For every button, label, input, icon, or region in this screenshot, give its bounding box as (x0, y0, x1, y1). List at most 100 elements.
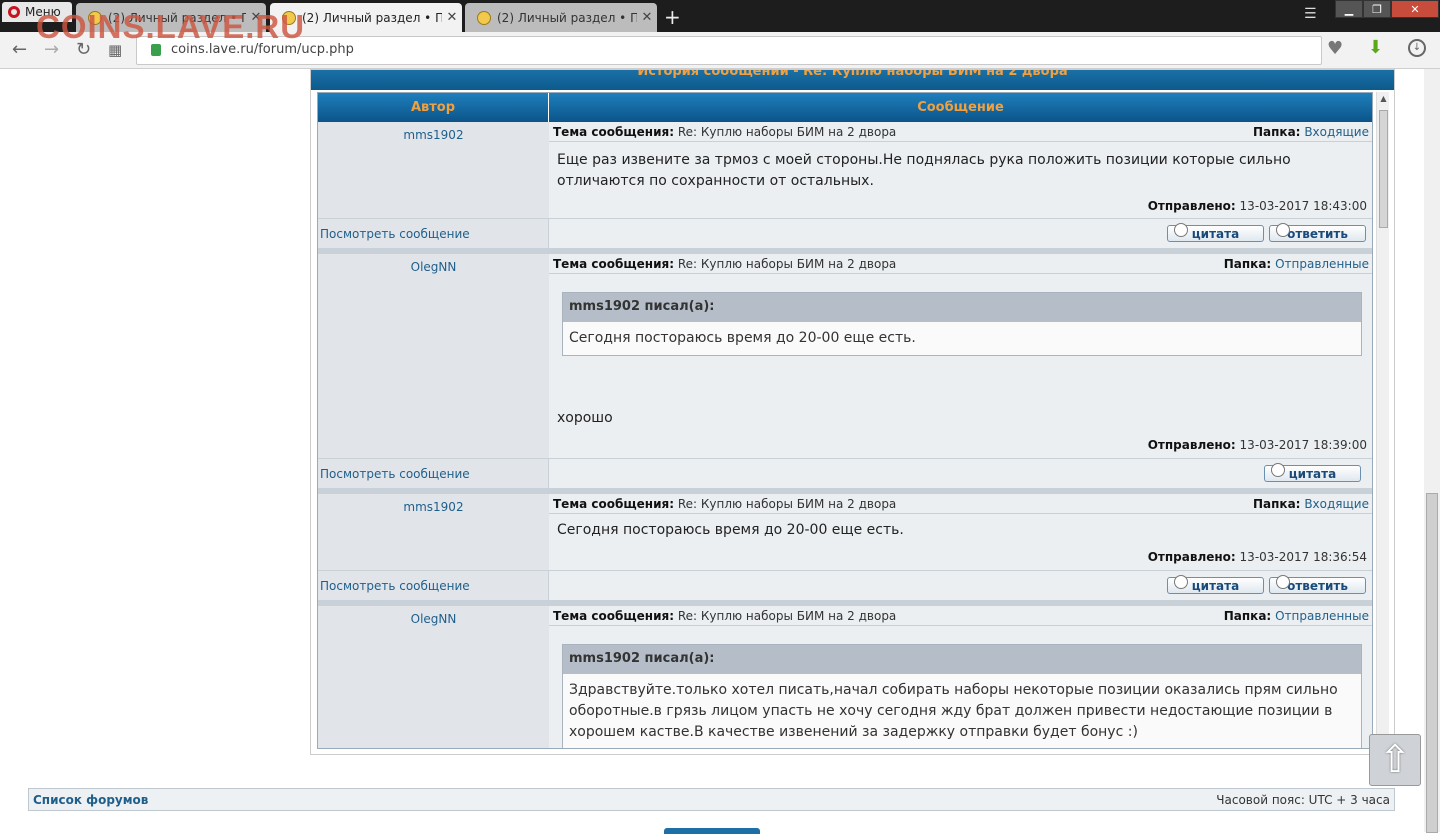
quote-body: Здравствуйте.только хотел писать,начал с… (569, 682, 1338, 740)
reply-button[interactable]: ответить (1269, 223, 1366, 242)
quote-body: Сегодня постораюсь время до 20-00 еще ес… (569, 330, 916, 346)
quote-block: mms1902 писал(а): Сегодня постораюсь вре… (562, 292, 1362, 356)
bookmark-heart-icon[interactable]: ♥ (1327, 38, 1343, 59)
url-input[interactable]: coins.lave.ru/forum/ucp.php (136, 36, 1322, 65)
subject-text: Re: Куплю наборы БИМ на 2 двора (677, 125, 897, 139)
downloads-icon[interactable]: ↓ (1408, 39, 1426, 57)
message-row: mms1902 Тема сообщения: Re: Куплю наборы… (318, 122, 1372, 218)
sent-label: Отправлено: (1147, 199, 1236, 213)
message-body: хорошо (557, 410, 613, 426)
sent-info: Отправлено: 13-03-2017 18:36:54 (1148, 550, 1367, 564)
quote-button[interactable]: цитата (1264, 463, 1361, 482)
view-message-link[interactable]: Посмотреть сообщение (318, 459, 549, 489)
subject-text: Re: Куплю наборы БИМ на 2 двора (677, 609, 897, 623)
sent-info: Отправлено: 13-03-2017 18:43:00 (1148, 199, 1367, 213)
tab-title: (2) Личный раздел • Прос (497, 10, 637, 25)
forum-list-link[interactable]: Список форумов (33, 793, 148, 807)
folder-label: Папка: (1253, 125, 1301, 139)
quote-button[interactable]: цитата (1167, 575, 1264, 594)
subject-label: Тема сообщения: (553, 609, 674, 623)
message-row: OlegNN Тема сообщения: Re: Куплю наборы … (318, 254, 1372, 458)
page-scroll-thumb[interactable] (1426, 493, 1438, 833)
history-scrollbar[interactable]: ▲ ▼ (1376, 92, 1389, 749)
reply-button[interactable]: ответить (1269, 575, 1366, 594)
back-icon[interactable]: ← (12, 39, 27, 60)
folder-label: Папка: (1223, 609, 1272, 623)
message-row: mms1902 Тема сообщения: Re: Куплю наборы… (318, 494, 1372, 570)
folder-link[interactable]: Входящие (1304, 125, 1369, 139)
opera-logo-icon (8, 6, 20, 18)
author-name[interactable]: OlegNN (318, 606, 549, 748)
watermark: COINS.LAVE.RU (36, 8, 306, 45)
sent-date: 13-03-2017 18:39:00 (1239, 438, 1367, 452)
author-name[interactable]: mms1902 (318, 494, 549, 570)
quote-label: цитата (1191, 578, 1240, 593)
quote-icon (1271, 463, 1285, 477)
subject-line: Тема сообщения: Re: Куплю наборы БИМ на … (549, 122, 1372, 142)
close-tab-icon[interactable]: ✕ (637, 10, 657, 25)
message-footer: Посмотреть сообщение цитата (318, 458, 1372, 489)
reply-label: ответить (1287, 578, 1348, 593)
author-name[interactable]: mms1902 (318, 122, 549, 218)
subject-label: Тема сообщения: (553, 125, 674, 139)
folder-link[interactable]: Входящие (1304, 497, 1369, 511)
subject-label: Тема сообщения: (553, 257, 674, 271)
quote-header: mms1902 писал(а): (563, 645, 1361, 674)
message-row: OlegNN Тема сообщения: Re: Куплю наборы … (318, 606, 1372, 748)
quote-icon (1174, 575, 1188, 589)
quote-block: mms1902 писал(а): Здравствуйте.только хо… (562, 644, 1362, 748)
forum-footer: Список форумов Часовой пояс: UTC + 3 час… (28, 788, 1395, 811)
maximize-icon[interactable]: ❐ (1363, 0, 1391, 18)
reply-icon (1276, 223, 1290, 237)
sent-date: 13-03-2017 18:36:54 (1239, 550, 1367, 564)
subject-line: Тема сообщения: Re: Куплю наборы БИМ на … (549, 606, 1372, 626)
message-body: Сегодня постораюсь время до 20-00 еще ес… (557, 522, 904, 538)
quote-icon (1174, 223, 1188, 237)
sent-label: Отправлено: (1147, 550, 1236, 564)
minimize-icon[interactable]: ▁ (1335, 0, 1363, 18)
smiley-favicon-icon (477, 10, 491, 25)
page-scrollbar[interactable] (1424, 69, 1440, 833)
author-name[interactable]: OlegNN (318, 254, 549, 458)
message-body: Еще раз извените за трмоз с моей стороны… (557, 152, 1291, 189)
reply-label: ответить (1287, 226, 1348, 241)
quote-label: цитата (1191, 226, 1240, 241)
message-footer: Посмотреть сообщение цитата ответить (318, 570, 1372, 601)
browser-tab[interactable]: (2) Личный раздел • Прос ✕ (465, 3, 657, 32)
close-window-icon[interactable]: ✕ (1391, 0, 1439, 18)
message-history-panel: История сообщений - Re: Куплю наборы БИМ… (310, 69, 1395, 755)
scroll-to-top-icon[interactable]: ⇧ (1369, 734, 1421, 786)
message-footer: Посмотреть сообщение цитата ответить (318, 218, 1372, 249)
tab-menu-icon[interactable]: ☰ (1304, 6, 1317, 22)
sent-date: 13-03-2017 18:43:00 (1239, 199, 1367, 213)
subject-line: Тема сообщения: Re: Куплю наборы БИМ на … (549, 494, 1372, 514)
column-header-message: Сообщение (549, 93, 1372, 122)
reply-icon (1276, 575, 1290, 589)
subject-text: Re: Куплю наборы БИМ на 2 двора (677, 257, 897, 271)
folder-link[interactable]: Отправленные (1275, 257, 1369, 271)
tab-title: (2) Личный раздел • Прос (302, 10, 442, 25)
sent-label: Отправлено: (1147, 438, 1236, 452)
folder-label: Папка: (1253, 497, 1301, 511)
quote-label: цитата (1288, 466, 1337, 481)
quote-header: mms1902 писал(а): (563, 293, 1361, 322)
subject-text: Re: Куплю наборы БИМ на 2 двора (677, 497, 897, 511)
view-message-link[interactable]: Посмотреть сообщение (318, 219, 549, 249)
quote-button[interactable]: цитата (1167, 223, 1264, 242)
history-title: История сообщений - Re: Куплю наборы БИМ… (311, 70, 1394, 90)
timezone-text: Часовой пояс: UTC + 3 часа (1216, 793, 1390, 807)
bottom-button[interactable] (664, 828, 760, 834)
sent-info: Отправлено: 13-03-2017 18:39:00 (1148, 438, 1367, 452)
folder-label: Папка: (1223, 257, 1272, 271)
scroll-up-icon[interactable]: ▲ (1379, 94, 1388, 103)
subject-label: Тема сообщения: (553, 497, 674, 511)
folder-link[interactable]: Отправленные (1275, 609, 1369, 623)
close-tab-icon[interactable]: ✕ (442, 10, 462, 25)
column-header-author: Автор (318, 93, 549, 122)
scroll-thumb[interactable] (1379, 110, 1388, 228)
new-tab-icon[interactable]: + (664, 5, 681, 29)
view-message-link[interactable]: Посмотреть сообщение (318, 571, 549, 601)
download-extension-icon[interactable]: ⬇ (1368, 37, 1383, 58)
message-history-list[interactable]: Автор Сообщение mms1902 Тема сообщения: … (317, 92, 1373, 749)
subject-line: Тема сообщения: Re: Куплю наборы БИМ на … (549, 254, 1372, 274)
